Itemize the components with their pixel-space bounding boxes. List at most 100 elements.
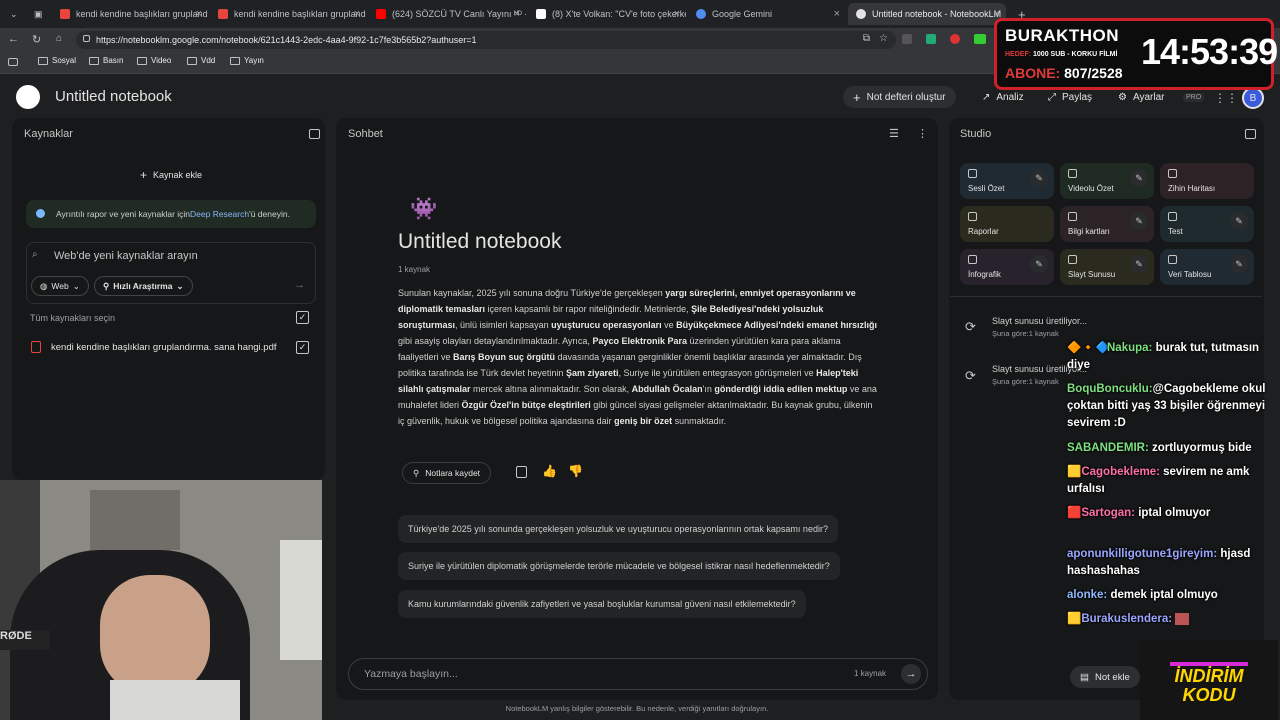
bookmark-vdd[interactable]: Vdd <box>187 56 215 65</box>
studio-tile-infographic[interactable]: İnfografik ✎ <box>960 249 1054 285</box>
add-note-button[interactable]: ▤ Not ekle <box>1070 666 1140 688</box>
tab-search-icon[interactable]: ⌄ <box>2 3 24 25</box>
studio-tile-data-table[interactable]: Veri Tablosu ✎ <box>1160 249 1254 285</box>
extension-icon[interactable] <box>902 34 912 44</box>
collapse-panel-icon[interactable] <box>1245 129 1256 139</box>
more-vert-icon[interactable]: ⋮ <box>917 127 928 140</box>
badge-icon: 🟨 <box>1067 613 1082 625</box>
tab-5[interactable]: Google Gemini × <box>688 3 846 25</box>
edit-icon[interactable]: ✎ <box>1230 212 1248 230</box>
bookmark-video[interactable]: Video <box>137 56 171 65</box>
edit-icon[interactable]: ✎ <box>1130 212 1148 230</box>
sub-count: 807/2528 <box>1064 65 1123 81</box>
studio-tile-audio-overview[interactable]: Sesli Özet ✎ <box>960 163 1054 199</box>
tab-2[interactable]: kendi kendine başlıkları gruplandır × <box>210 3 366 25</box>
extension-icon[interactable] <box>974 34 986 44</box>
avatar[interactable]: B <box>1242 87 1264 109</box>
studio-tile-video-overview[interactable]: Videolu Özet ✎ <box>1060 163 1154 199</box>
edit-icon[interactable]: ✎ <box>1030 169 1048 187</box>
stream-chat-message: SABANDEMIR: zortluyormuş bide <box>1067 440 1277 457</box>
fast-research-chip[interactable]: ⚲ Hızlı Araştırma ⌄ <box>94 276 193 296</box>
suggested-question[interactable]: Kamu kurumlarındaki güvenlik zafiyetleri… <box>398 590 806 618</box>
web-chip[interactable]: ◍ Web ⌄ <box>31 276 89 296</box>
tab-6-active[interactable]: Untitled notebook - NotebookLM × <box>848 3 1006 25</box>
studio-tile-mind-map[interactable]: Zihin Haritası <box>1160 163 1254 199</box>
collapse-panel-icon[interactable] <box>309 129 320 139</box>
bookmark-sosyal[interactable]: Sosyal <box>38 56 76 65</box>
bookmark-label: Vdd <box>201 56 216 65</box>
install-icon[interactable]: ⧉ <box>863 33 870 44</box>
apps-icon[interactable] <box>8 58 18 66</box>
save-to-notes-button[interactable]: ⚲ Notlara kaydet <box>402 462 492 484</box>
edit-icon[interactable]: ✎ <box>1130 169 1148 187</box>
send-button[interactable]: → <box>901 664 921 684</box>
copy-icon[interactable] <box>516 466 527 478</box>
tile-label: Test <box>1168 227 1183 236</box>
deep-research-banner[interactable]: Ayrıntılı rapor ve yeni kaynaklar için D… <box>26 200 316 228</box>
url-bar[interactable]: https://notebooklm.google.com/notebook/6… <box>76 31 896 49</box>
edit-icon[interactable]: ✎ <box>1030 255 1048 273</box>
thumbs-down-icon[interactable]: 👎 <box>568 464 583 478</box>
tab-actions-icon[interactable]: ▣ <box>26 3 48 25</box>
add-source-label: Kaynak ekle <box>152 170 203 180</box>
studio-tile-quiz[interactable]: Test ✎ <box>1160 206 1254 242</box>
submit-arrow-icon[interactable]: → <box>294 279 305 291</box>
notebooklm-logo-icon[interactable] <box>16 85 40 109</box>
suggested-question[interactable]: Türkiye'de 2025 yılı sonunda gerçekleşen… <box>398 515 838 543</box>
research-icon: ⚲ <box>103 280 110 291</box>
tab-title: (8) X'te Volkan: "CV'e foto çekerke <box>552 9 686 19</box>
reload-icon[interactable]: ↻ <box>32 33 41 46</box>
goal-line: HEDEF: 1000 SUB - KORKU FİLMİ <box>1005 51 1117 58</box>
tile-label: Bilgi kartları <box>1068 227 1110 236</box>
suggested-question[interactable]: Suriye ile yürütülen diplomatik görüşmel… <box>398 552 840 580</box>
sub-label: ABONE: <box>1005 65 1061 81</box>
close-icon[interactable]: × <box>834 8 840 20</box>
mind-map-icon <box>1168 169 1177 178</box>
tune-icon[interactable]: ☰ <box>889 127 899 140</box>
studio-title: Studio <box>960 128 992 140</box>
tab-4[interactable]: (8) X'te Volkan: "CV'e foto çekerke × <box>528 3 686 25</box>
web-chip-label: Web <box>51 281 69 291</box>
tab-3[interactable]: (624) SÖZCÜ TV Canlı Yayını ᴴᴰ - Yo × <box>368 3 526 25</box>
chat-username: SABANDEMIR: <box>1067 442 1149 454</box>
extension-icon[interactable] <box>950 34 960 44</box>
webcam-pictures <box>90 490 180 550</box>
star-icon[interactable]: ☆ <box>879 33 888 44</box>
tab-title: Google Gemini <box>712 9 773 19</box>
edit-icon[interactable]: ✎ <box>1130 255 1148 273</box>
back-icon[interactable]: ← <box>8 33 19 45</box>
select-all-checkbox[interactable]: ✓ <box>296 311 309 324</box>
close-icon[interactable]: × <box>514 8 520 20</box>
close-icon[interactable]: × <box>674 8 680 20</box>
pin-icon: ⚲ <box>413 467 420 478</box>
tab-1[interactable]: kendi kendine başlıkları gruplandır × <box>52 3 208 25</box>
webcam-whiteboard <box>280 540 322 660</box>
close-icon[interactable]: × <box>196 8 202 20</box>
notebook-summary: Sunulan kaynaklar, 2025 yılı sonuna doğr… <box>398 288 878 426</box>
thumbs-up-icon[interactable]: 👍 <box>542 464 557 478</box>
webcam-video: RØDE <box>0 480 322 720</box>
studio-tile-reports[interactable]: Raporlar <box>960 206 1054 242</box>
deep-research-link[interactable]: Deep Research <box>190 209 249 219</box>
edit-icon[interactable]: ✎ <box>1230 255 1248 273</box>
close-icon[interactable]: × <box>354 8 360 20</box>
select-all-label: Tüm kaynakları seçin <box>30 313 116 323</box>
bookmark-basin[interactable]: Basın <box>89 56 123 65</box>
studio-tile-slide-deck[interactable]: Slayt Sunusu ✎ <box>1060 249 1154 285</box>
stream-chat-message: 🟨Burakuslendera: <box>1067 611 1272 628</box>
create-notebook-button[interactable]: + Not defteri oluştur <box>843 86 956 108</box>
bookmark-yayin[interactable]: Yayın <box>230 56 264 65</box>
studio-tile-flashcards[interactable]: Bilgi kartları ✎ <box>1060 206 1154 242</box>
extension-icon[interactable] <box>926 34 936 44</box>
apps-grid-icon[interactable]: ⋮⋮ <box>1214 91 1238 105</box>
site-info-icon[interactable] <box>83 35 90 42</box>
settings-label: Ayarlar <box>1132 91 1165 103</box>
notebooklm-favicon-icon <box>856 9 866 19</box>
notebook-title[interactable]: Untitled notebook <box>55 88 172 105</box>
source-checkbox[interactable]: ✓ <box>296 341 309 354</box>
share-icon: ⤢ <box>1048 91 1056 103</box>
web-search-input[interactable]: Web'de yeni kaynaklar arayın <box>54 250 198 262</box>
home-icon[interactable]: ⌂ <box>56 33 62 44</box>
source-item-name[interactable]: kendi kendine başlıkları gruplandırma. s… <box>51 342 277 353</box>
add-source-button[interactable]: + Kaynak ekle <box>26 163 316 187</box>
